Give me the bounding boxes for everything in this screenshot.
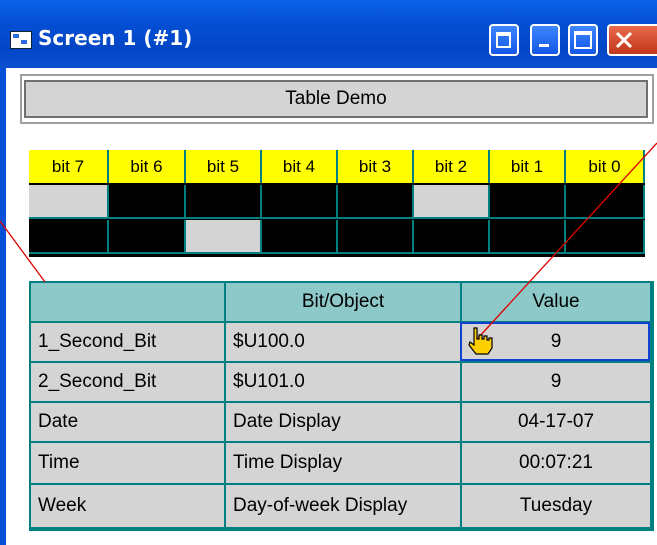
screen-window: Screen 1 (#1) Table Demo bit 7 bit 6 bit… — [0, 0, 657, 545]
annotation-line-left — [0, 220, 46, 283]
annotation-line-right — [477, 142, 657, 339]
annotation-lines — [0, 142, 657, 339]
hand-cursor-icon — [468, 327, 493, 355]
